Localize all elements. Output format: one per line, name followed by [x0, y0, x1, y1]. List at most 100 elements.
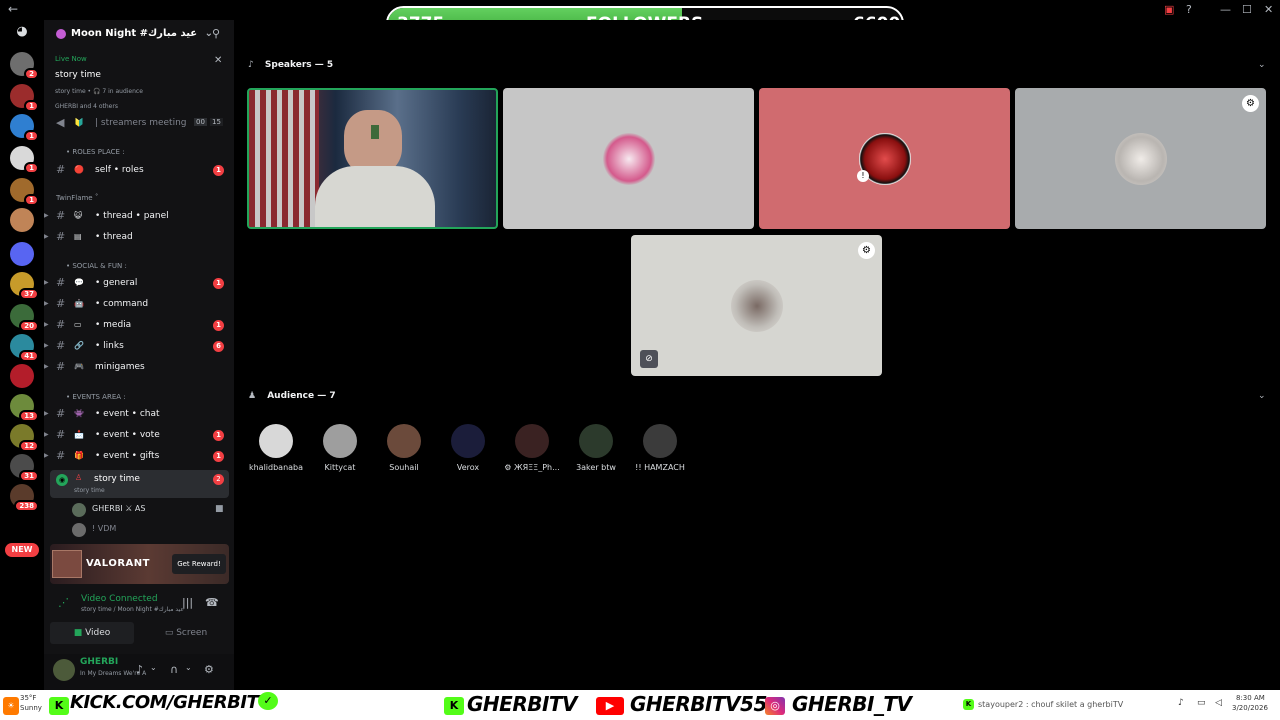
channel-event-chat[interactable]: ▶ # 👾 • event • chat — [44, 405, 234, 425]
server-name: Moon Night #عيد مبارك — [71, 28, 198, 39]
voice-status[interactable]: Video Connected — [81, 594, 158, 604]
unread-badge: 1 — [213, 451, 224, 462]
invite-user-icon[interactable]: ⚲ — [212, 27, 220, 40]
microphone-icon[interactable]: ♪ — [136, 663, 143, 676]
mention-badge: 1 — [24, 130, 39, 142]
server-icon[interactable]: 37 — [10, 272, 39, 300]
category-twinflame[interactable]: TwinFlame ˚ — [56, 194, 98, 202]
expand-arrow-icon[interactable]: ▶ — [44, 233, 49, 240]
moderator-badge-icon[interactable]: ⚙ — [1242, 95, 1259, 112]
microphone-icon[interactable]: ♪ — [1178, 698, 1184, 708]
noise-suppression-icon[interactable]: ||| — [182, 596, 193, 609]
server-icon[interactable]: 1 — [10, 114, 39, 142]
chevron-down-icon[interactable]: ⌄ — [1258, 391, 1266, 401]
channel-thread[interactable]: ▶ # ▤ • thread — [44, 228, 234, 248]
voice-location[interactable]: story time / Moon Night #عيد مبارك — [81, 606, 184, 613]
maximize-icon[interactable]: ☐ — [1242, 3, 1252, 16]
discord-home-icon[interactable]: ◕ — [10, 24, 34, 48]
server-icon[interactable]: 1 — [10, 84, 39, 112]
speaker-tile-speaking[interactable]: ! — [759, 88, 1010, 229]
network-icon[interactable]: ▭ — [1197, 698, 1206, 708]
chevron-down-icon[interactable]: ⌄ — [150, 663, 157, 672]
help-icon[interactable]: ? — [1186, 3, 1192, 16]
channel-media[interactable]: ▶ # ▭ • media 1 — [44, 316, 234, 336]
audience-member[interactable]: ⚙ ЖЯΞΞ_Ph... — [500, 424, 564, 472]
channel-links[interactable]: ▶ # 🔗 • links 6 — [44, 337, 234, 357]
speaker-tile[interactable] — [503, 88, 754, 229]
video-button[interactable]: ■ Video — [50, 622, 134, 644]
server-icon[interactable]: 238 — [10, 484, 39, 512]
close-icon[interactable]: ✕ — [214, 55, 222, 66]
avatar — [515, 424, 549, 458]
expand-arrow-icon[interactable]: ▶ — [44, 321, 49, 328]
unread-badge: 1 — [213, 430, 224, 441]
volume-icon[interactable]: ◁ — [1215, 698, 1222, 708]
server-icon[interactable]: 20 — [10, 304, 39, 332]
close-window-icon[interactable]: ✕ — [1264, 3, 1273, 16]
minimize-icon[interactable]: — — [1220, 3, 1231, 16]
badge-icon: 🔰 — [74, 118, 84, 127]
expand-arrow-icon[interactable]: ▶ — [44, 300, 49, 307]
category-social[interactable]: • SOCIAL & FUN : — [66, 262, 127, 270]
channel-streamers-meeting[interactable]: ◀ 🔰 | streamers meeting 00 15 — [44, 114, 234, 134]
mention-badge: 2 — [24, 68, 39, 80]
channel-general[interactable]: ▶ # 💬 • general 1 — [44, 274, 234, 294]
expand-arrow-icon[interactable]: ▶ — [44, 363, 49, 370]
server-icon[interactable] — [10, 242, 34, 266]
server-header[interactable]: Moon Night #عيد مبارك ⌄ ⚲ — [44, 20, 234, 50]
channel-event-vote[interactable]: ▶ # 📩 • event • vote 1 — [44, 426, 234, 446]
expand-arrow-icon[interactable]: ▶ — [44, 279, 49, 286]
expand-arrow-icon[interactable]: ▶ — [44, 212, 49, 219]
expand-arrow-icon[interactable]: ▶ — [44, 431, 49, 438]
clock-date[interactable]: 3/20/2026 — [1232, 704, 1268, 712]
avatar[interactable] — [53, 659, 75, 681]
channel-name: • command — [95, 299, 149, 309]
back-arrow-icon[interactable]: ← — [8, 2, 18, 16]
headphones-icon[interactable]: ∩ — [170, 663, 178, 676]
chevron-down-icon[interactable]: ⌄ — [185, 663, 192, 672]
category-events[interactable]: • EVENTS AREA : — [66, 393, 126, 401]
moderator-badge-icon[interactable]: ⚙ — [858, 242, 875, 259]
server-icon[interactable]: 1 — [10, 178, 39, 206]
expand-arrow-icon[interactable]: ▶ — [44, 410, 49, 417]
inbox-icon[interactable]: ▣ — [1164, 3, 1174, 16]
audience-member[interactable]: Kittycat — [308, 424, 372, 472]
server-icon[interactable]: 2 — [10, 52, 39, 80]
user-name[interactable]: GHERBI — [80, 657, 118, 667]
audience-member[interactable]: Verox — [436, 424, 500, 472]
audience-member[interactable]: 3aker btw — [564, 424, 628, 472]
get-reward-button[interactable]: Get Reward! — [172, 554, 226, 574]
new-badge: NEW — [5, 543, 39, 557]
server-icon[interactable] — [10, 364, 34, 388]
screen-share-button[interactable]: ▭ Screen — [144, 622, 228, 644]
audience-member[interactable]: khalidbanaba — [244, 424, 308, 472]
channel-minigames[interactable]: ▶ # 🎮 minigames — [44, 358, 234, 378]
audience-member[interactable]: Souhail — [372, 424, 436, 472]
chevron-down-icon[interactable]: ⌄ — [1258, 60, 1266, 70]
server-icon[interactable] — [10, 208, 34, 232]
audience-member[interactable]: !! HAMZACH — [628, 424, 692, 472]
expand-arrow-icon[interactable]: ▶ — [44, 342, 49, 349]
signal-icon[interactable]: ⋰ — [58, 596, 69, 609]
channel-event-gifts[interactable]: ▶ # 🎁 • event • gifts 1 — [44, 447, 234, 467]
server-icon[interactable]: 1 — [10, 146, 39, 174]
clock-time[interactable]: 8:30 AM — [1236, 694, 1265, 702]
channel-command[interactable]: ▶ # 🤖 • command — [44, 295, 234, 315]
speaker-tile[interactable]: ⚙ — [1015, 88, 1266, 229]
server-icon[interactable]: 31 — [10, 454, 39, 482]
server-icon[interactable]: 12 — [10, 424, 39, 452]
live-stage-panel[interactable]: Live Now ✕ story time story time • 🎧 7 i… — [44, 52, 234, 122]
channel-story-time[interactable]: ◉ ♙ story time story time 2 — [50, 470, 229, 498]
server-icon[interactable]: 41 — [10, 334, 39, 362]
gear-icon[interactable]: ⚙ — [204, 663, 214, 676]
channel-self-roles[interactable]: # 🔴 self • roles 1 — [44, 161, 234, 181]
server-icon[interactable]: 13 — [10, 394, 39, 422]
promo-banner[interactable]: VALORANT Get Reward! — [50, 544, 229, 584]
disconnect-icon[interactable]: ☎ — [205, 596, 219, 609]
speaker-tile-video[interactable] — [247, 88, 498, 229]
audience-count: Audience — 7 — [267, 391, 336, 401]
channel-thread-panel[interactable]: ▶ # 😺 • thread • panel — [44, 207, 234, 227]
expand-arrow-icon[interactable]: ▶ — [44, 452, 49, 459]
speaker-tile[interactable]: ⚙ ⊘ — [631, 235, 882, 376]
category-roles[interactable]: • ROLES PLACE : — [66, 148, 125, 156]
